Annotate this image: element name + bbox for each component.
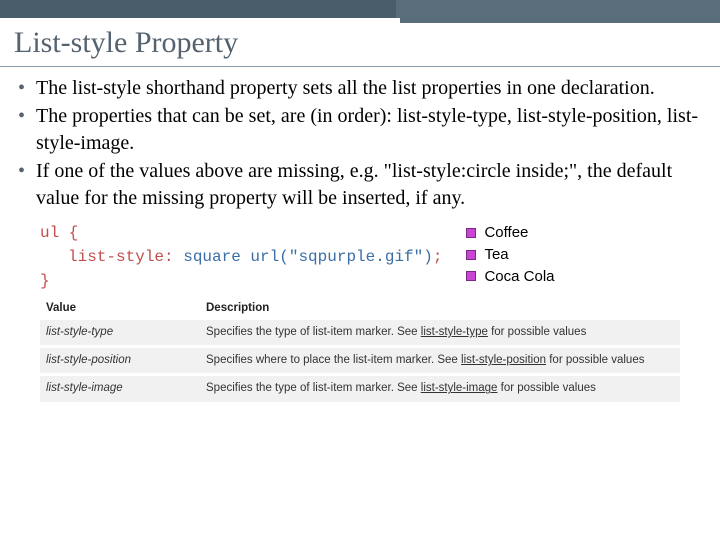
doc-link[interactable]: list-style-image	[421, 382, 498, 394]
table-row: list-style-position Specifies where to p…	[40, 348, 680, 373]
bullet-item: If one of the values above are missing, …	[18, 158, 702, 211]
square-marker-icon	[466, 228, 476, 238]
row-value: list-style-type	[46, 325, 206, 340]
list-item: Coffee	[466, 223, 554, 243]
square-marker-icon	[466, 250, 476, 260]
bullet-item: The properties that can be set, are (in …	[18, 103, 702, 156]
row-value: list-style-position	[46, 353, 206, 368]
code-example-row: ul { list-style: square url("sqpurple.gi…	[40, 221, 702, 293]
code-block: ul { list-style: square url("sqpurple.gi…	[40, 221, 442, 293]
row-description: Specifies the type of list-item marker. …	[206, 325, 674, 340]
row-description: Specifies the type of list-item marker. …	[206, 381, 674, 396]
code-close: }	[40, 272, 50, 290]
list-item: Coca Cola	[466, 267, 554, 287]
row-value: list-style-image	[46, 381, 206, 396]
table-header: Value Description	[40, 297, 680, 320]
header-value: Value	[46, 301, 206, 316]
slide-header: List-style Property	[0, 18, 720, 67]
properties-table: Value Description list-style-type Specif…	[40, 297, 680, 402]
code-selector: ul {	[40, 224, 78, 242]
code-property: list-style	[40, 248, 164, 266]
table-row: list-style-type Specifies the type of li…	[40, 320, 680, 345]
top-accent-bar	[0, 0, 720, 18]
row-description: Specifies where to place the list-item m…	[206, 353, 674, 368]
square-marker-icon	[466, 271, 476, 281]
bullet-item: The list-style shorthand property sets a…	[18, 75, 702, 101]
header-description: Description	[206, 301, 674, 316]
slide-title: List-style Property	[14, 26, 706, 60]
doc-link[interactable]: list-style-type	[421, 326, 488, 338]
slide-content: The list-style shorthand property sets a…	[0, 67, 720, 402]
list-item: Tea	[466, 245, 554, 265]
bullet-list: The list-style shorthand property sets a…	[18, 75, 702, 211]
list-item-label: Coffee	[484, 223, 528, 243]
table-row: list-style-image Specifies the type of l…	[40, 376, 680, 401]
example-list: Coffee Tea Coca Cola	[466, 223, 554, 288]
list-item-label: Coca Cola	[484, 267, 554, 287]
list-item-label: Tea	[484, 245, 508, 265]
doc-link[interactable]: list-style-position	[461, 354, 546, 366]
code-value: square url("sqpurple.gif")	[183, 248, 433, 266]
